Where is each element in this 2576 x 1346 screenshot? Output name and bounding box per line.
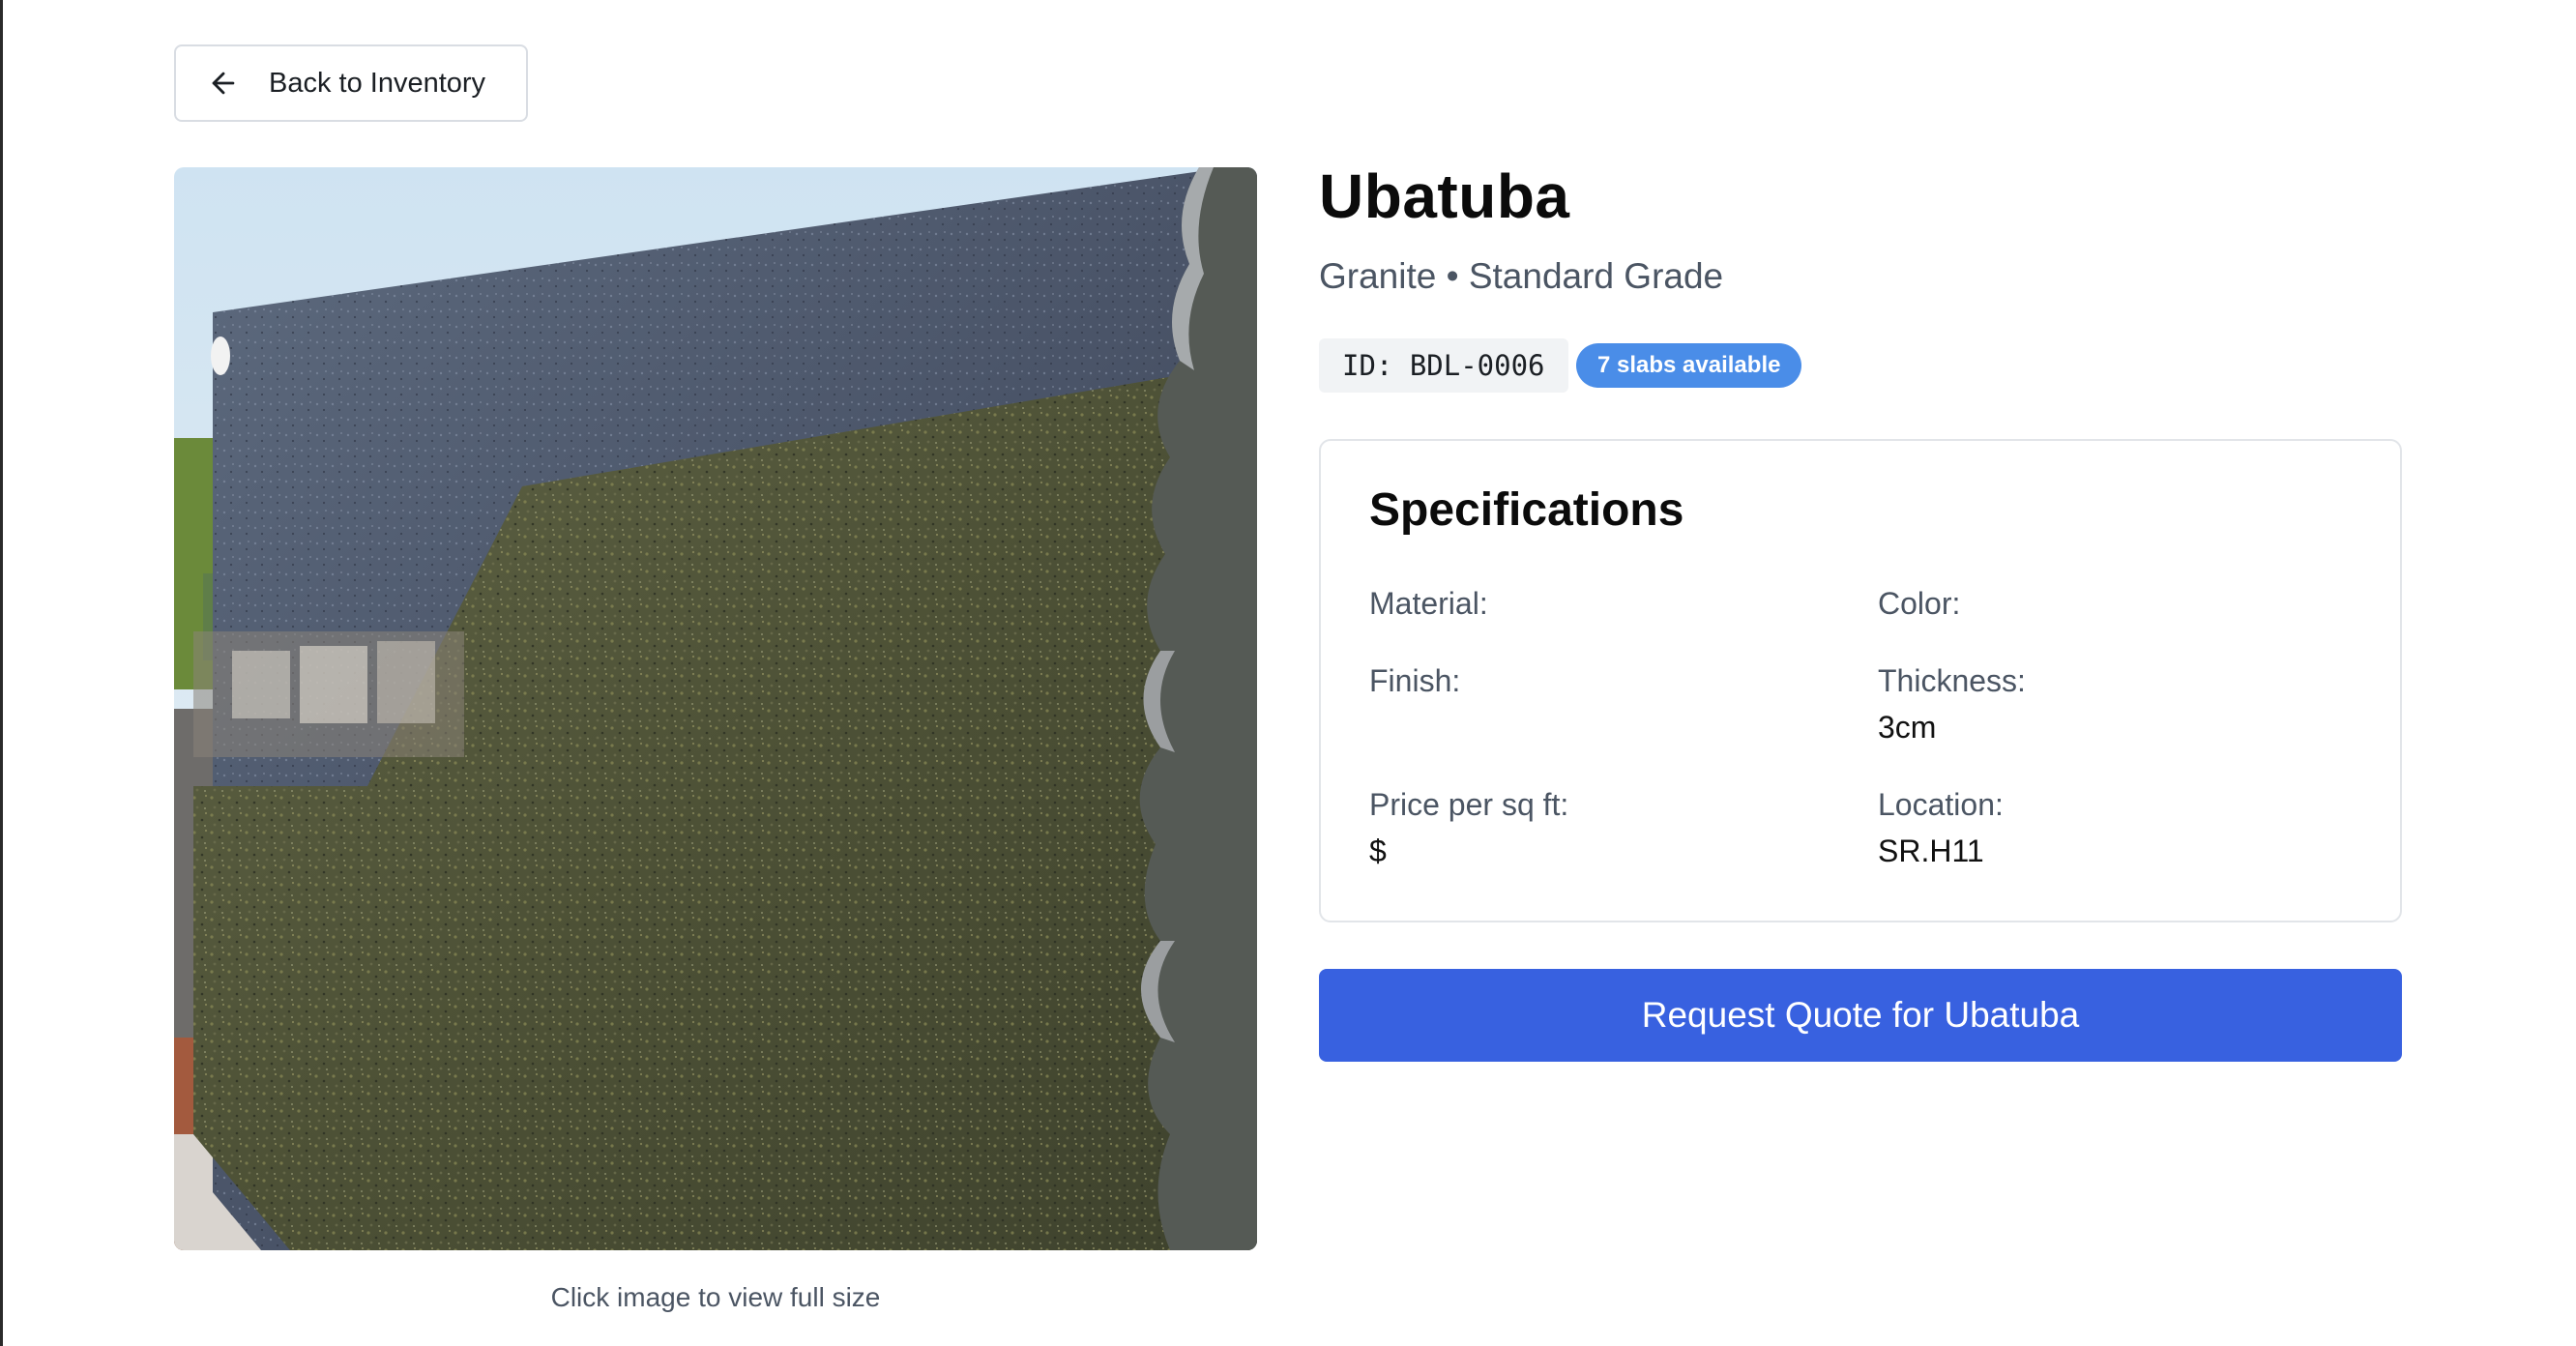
spec-value (1369, 708, 1460, 746)
spec-value: $ (1369, 834, 1387, 868)
spec-location: Location: SR.H11 (1878, 785, 2004, 870)
spec-price: Price per sq ft: $ (1369, 785, 1568, 870)
arrow-left-icon (212, 72, 235, 95)
spec-label: Color: (1878, 586, 1961, 621)
spec-value: 3cm (1878, 710, 1937, 745)
specifications-card: Specifications Material: Color: Finish: … (1319, 439, 2402, 922)
availability-badge: 7 slabs available (1576, 343, 1802, 388)
granite-slab-photo (174, 167, 1257, 1250)
window-edge (0, 0, 3, 1346)
slab-image[interactable] (174, 167, 1257, 1250)
image-caption: Click image to view full size (550, 1282, 881, 1312)
spec-value: SR.H11 (1878, 834, 1984, 868)
request-quote-button[interactable]: Request Quote for Ubatuba (1319, 969, 2402, 1062)
specifications-title: Specifications (1369, 484, 1684, 536)
spec-label: Finish: (1369, 663, 1461, 698)
spec-material: Material: (1369, 584, 1488, 669)
spec-thickness: Thickness: 3cm (1878, 661, 2026, 746)
spec-finish: Finish: (1369, 661, 1460, 746)
product-id-chip: ID: BDL-0006 (1319, 338, 1568, 393)
spec-label: Thickness: (1878, 663, 2026, 698)
back-button-label: Back to Inventory (269, 67, 486, 99)
spec-label: Material: (1369, 586, 1488, 621)
spec-label: Price per sq ft: (1369, 787, 1569, 822)
product-subtitle: Granite • Standard Grade (1319, 256, 1724, 296)
product-title: Ubatuba (1319, 161, 1570, 231)
back-to-inventory-button[interactable]: Back to Inventory (174, 44, 528, 122)
spec-label: Location: (1878, 787, 2004, 822)
spec-color: Color: (1878, 584, 1960, 669)
